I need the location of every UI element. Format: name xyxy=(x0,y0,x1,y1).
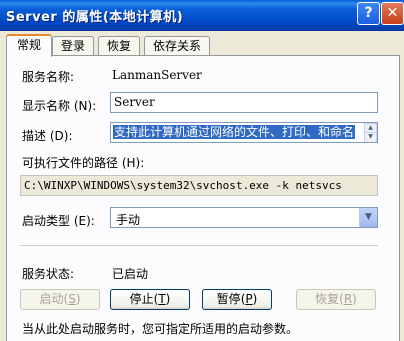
title-bar[interactable]: Server 的属性(本地计算机) ? ✕ xyxy=(0,0,404,31)
section-divider xyxy=(20,245,378,246)
start-button-key: S xyxy=(68,292,76,306)
exe-path-label: 可执行文件的路径 (H): xyxy=(22,154,144,171)
exe-path-label-text: 可执行文件的路径 xyxy=(22,156,119,170)
description-label-text: 描述 xyxy=(22,129,47,143)
service-status-value: 已启动 xyxy=(112,267,149,281)
startup-type-accesskey: (E): xyxy=(73,214,95,228)
description-accesskey: (D): xyxy=(49,129,73,143)
start-button-label: 启动 xyxy=(39,292,64,306)
service-name-value: LanmanServer xyxy=(112,68,202,82)
pause-button-key: P xyxy=(245,292,253,306)
chevron-down-icon[interactable]: ▼ xyxy=(359,208,377,227)
startup-type-label-text: 启动类型 xyxy=(22,214,71,228)
tab-general[interactable]: 常规 xyxy=(6,34,52,57)
tab-dependencies[interactable]: 依存关系 xyxy=(144,36,210,55)
display-name-field[interactable]: Server xyxy=(110,92,378,113)
start-button[interactable]: 启动(S) xyxy=(20,289,100,310)
resume-button-label: 恢复 xyxy=(315,292,340,306)
exe-path-accesskey: (H): xyxy=(121,156,145,170)
resume-button[interactable]: 恢复(R) xyxy=(296,289,376,310)
start-params-hint: 当从此处启动服务时，您可指定所适用的启动参数。 xyxy=(22,322,299,336)
stop-button-key: T xyxy=(158,292,166,306)
stop-button[interactable]: 停止(T) xyxy=(110,289,190,310)
service-name-label: 服务名称: xyxy=(22,70,75,84)
tab-logon[interactable]: 登录 xyxy=(52,36,94,55)
scroll-down-icon[interactable]: ▼ xyxy=(364,132,377,142)
close-button[interactable]: ✕ xyxy=(381,2,404,25)
resume-button-key: R xyxy=(343,292,353,306)
exe-path-field[interactable]: C:\WINXP\WINDOWS\system32\svchost.exe -k… xyxy=(20,175,378,196)
startup-type-value: 手动 xyxy=(116,213,141,227)
display-name-value: Server xyxy=(114,95,155,109)
description-field[interactable]: 支持此计算机通过网络的文件、打印、和命名 ▲ ▼ xyxy=(110,122,378,143)
service-status-label: 服务状态: xyxy=(22,267,75,281)
display-name-label: 显示名称 (N): xyxy=(22,97,96,114)
stop-button-label: 停止 xyxy=(129,292,154,306)
tab-recovery[interactable]: 恢复 xyxy=(98,36,140,55)
display-name-label-text: 显示名称 xyxy=(22,99,71,113)
startup-type-label: 启动类型 (E): xyxy=(22,212,95,229)
pause-button-label: 暂停 xyxy=(216,292,241,306)
display-name-accesskey: (N): xyxy=(73,99,97,113)
properties-dialog: Server 的属性(本地计算机) ? ✕ 常规 登录 恢复 依存关系 服务名称… xyxy=(0,0,404,341)
help-button[interactable]: ? xyxy=(357,2,380,25)
description-value: 支持此计算机通过网络的文件、打印、和命名 xyxy=(113,125,356,139)
window-title: Server 的属性(本地计算机) xyxy=(6,10,184,25)
pause-button[interactable]: 暂停(P) xyxy=(202,289,272,310)
description-label: 描述 (D): xyxy=(22,127,73,144)
description-scroll[interactable]: ▲ ▼ xyxy=(364,123,377,142)
startup-type-select[interactable]: 手动 ▼ xyxy=(110,207,378,228)
